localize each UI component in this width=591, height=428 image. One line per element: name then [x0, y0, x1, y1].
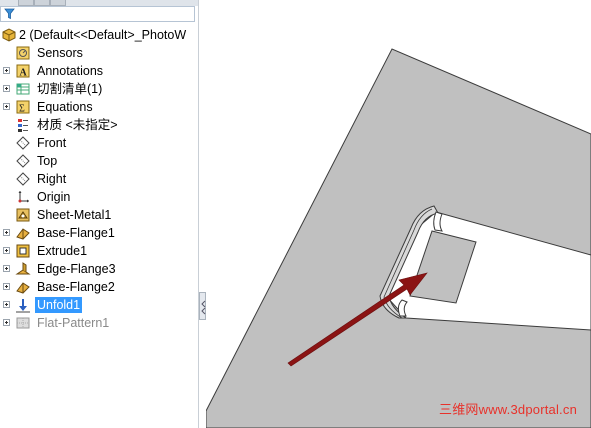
tree-root-label: 2 (Default<<Default>_PhotoW: [19, 28, 187, 42]
tree-item-label: Origin: [37, 190, 71, 204]
tree-item-edge-flange3[interactable]: Edge-Flange3: [0, 260, 198, 278]
annotations-icon: A: [15, 63, 31, 79]
tree-item-extrude1[interactable]: Extrude1: [0, 242, 198, 260]
plane-icon: [15, 171, 31, 187]
tree-item-base-flange2[interactable]: Base-Flange2: [0, 278, 198, 296]
graphics-area[interactable]: 三维网www.3dportal.cn: [206, 0, 591, 428]
sheet-metal-icon: [15, 207, 31, 223]
tree-item-label: Unfold1: [35, 297, 83, 313]
panel-splitter[interactable]: [199, 0, 206, 428]
tree-item-front[interactable]: Front: [0, 134, 198, 152]
tree-item-label: Sensors: [37, 46, 83, 60]
tree-item-label: Edge-Flange3: [37, 262, 116, 276]
plane-icon: [15, 153, 31, 169]
tree-item-item-4[interactable]: 材质 <未指定>: [0, 116, 198, 134]
extrude-icon: [15, 243, 31, 259]
tree-item-label: Base-Flange2: [37, 280, 115, 294]
expand-toggle-icon[interactable]: [3, 247, 10, 254]
tree-item-label: Right: [37, 172, 67, 186]
tree-item-unfold1[interactable]: Unfold1: [0, 296, 198, 314]
tree-root-part[interactable]: 2 (Default<<Default>_PhotoW: [0, 26, 198, 44]
equations-icon: Σ: [15, 99, 31, 115]
tree-item-label: 切割清单(1): [37, 82, 103, 96]
tree-item-label: Front: [37, 136, 67, 150]
tree-item-label: Base-Flange1: [37, 226, 115, 240]
tree-item-flat-pattern1[interactable]: Flat-Pattern1: [0, 314, 198, 332]
expand-toggle-icon[interactable]: [3, 67, 10, 74]
tree-item-top[interactable]: Top: [0, 152, 198, 170]
tree-item-origin[interactable]: Origin: [0, 188, 198, 206]
origin-icon: [15, 189, 31, 205]
tree-item-sensors[interactable]: Sensors: [0, 44, 198, 62]
sheet-face: [206, 48, 591, 428]
expand-toggle-icon[interactable]: [3, 103, 10, 110]
splitter-collapse-handle[interactable]: [199, 292, 206, 320]
flat-pattern-icon: [15, 315, 31, 331]
svg-text:Σ: Σ: [19, 104, 25, 115]
plane-icon: [15, 135, 31, 151]
tree-item-label: Equations: [37, 100, 93, 114]
tree-item-label: Annotations: [37, 64, 104, 78]
part-icon: [1, 27, 17, 43]
cut-list-icon: [15, 81, 31, 97]
feature-manager-panel: 2 (Default<<Default>_PhotoW Sensors A Annot…: [0, 0, 199, 428]
expand-toggle-icon[interactable]: [3, 283, 10, 290]
sheet-metal-model: [206, 48, 591, 428]
edge-flange-icon: [15, 261, 31, 277]
expand-toggle-icon[interactable]: [3, 85, 10, 92]
filter-icon: [4, 8, 15, 20]
tree-item-base-flange1[interactable]: Base-Flange1: [0, 224, 198, 242]
tree-item-equations[interactable]: Σ Equations: [0, 98, 198, 116]
expand-toggle-icon[interactable]: [3, 301, 10, 308]
tree-item-label: 材质 <未指定>: [37, 118, 118, 132]
expand-toggle-icon[interactable]: [3, 229, 10, 236]
base-flange-icon: [15, 225, 31, 241]
sensors-icon: [15, 45, 31, 61]
svg-text:A: A: [20, 68, 28, 79]
tree-item-1[interactable]: 切割清单(1): [0, 80, 198, 98]
tree-item-right[interactable]: Right: [0, 170, 198, 188]
material-icon: [15, 117, 31, 133]
tree-item-annotations[interactable]: A Annotations: [0, 62, 198, 80]
tree-item-label: Extrude1: [37, 244, 88, 258]
tree-item-label: Top: [37, 154, 58, 168]
flange-tab: [409, 230, 477, 304]
expand-toggle-icon[interactable]: [3, 265, 10, 272]
expand-toggle-icon[interactable]: [3, 319, 10, 326]
watermark-text: 三维网www.3dportal.cn: [439, 402, 577, 417]
tree-item-label: Flat-Pattern1: [37, 316, 110, 330]
unfold-icon: [15, 297, 31, 313]
feature-filter-input[interactable]: [0, 6, 195, 22]
tree-item-sheet-metal1[interactable]: Sheet-Metal1: [0, 206, 198, 224]
base-flange-icon: [15, 279, 31, 295]
tree-item-label: Sheet-Metal1: [37, 208, 112, 222]
